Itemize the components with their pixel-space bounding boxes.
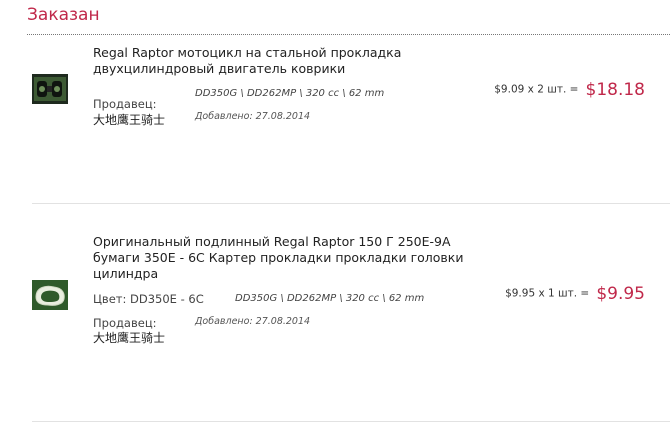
price-line: $9.09 x 2 шт. = $18.18 [494,79,645,100]
total-price: $18.18 [585,79,645,100]
gasket-kit-thumbnail-icon[interactable] [32,74,68,104]
section-title: Заказан [27,5,100,25]
product-title-link[interactable]: Оригинальный подлинный Regal Raptor 150 … [93,234,493,282]
color-option: Цвет: DD350E - 6C [93,292,204,306]
product-title-line: двухцилиндровый двигатель коврики [93,61,346,76]
crankcase-gasket-thumbnail-icon[interactable] [32,280,68,310]
unit-price: $9.09 x 2 шт. = [494,83,579,96]
product-spec: DD350G \ DD262MP \ 320 cc \ 62 mm [235,293,425,304]
product-title-line: цилиндра [93,266,159,281]
seller-label: Продавец: [93,316,157,330]
section-divider [27,34,670,35]
product-spec: DD350G \ DD262MP \ 320 cc \ 62 mm [195,88,385,99]
seller-name-link[interactable]: 大地鹰王骑士 [93,111,165,128]
product-title-line: Оригинальный подлинный Regal Raptor 150 … [93,234,451,249]
price-line: $9.95 x 1 шт. = $9.95 [505,283,645,304]
product-title-line: бумаги 350E - 6C Картер прокладки прокла… [93,250,464,265]
added-date: Добавлено: 27.08.2014 [195,111,311,122]
product-title-link[interactable]: Regal Raptor мотоцикл на стальной прокла… [93,45,493,77]
total-price: $9.95 [596,283,645,304]
seller-name-link[interactable]: 大地鹰王骑士 [93,329,165,346]
row-divider [32,421,670,422]
added-date: Добавлено: 27.08.2014 [195,316,311,327]
row-divider [32,203,670,204]
product-title-line: Regal Raptor мотоцикл на стальной прокла… [93,45,402,60]
seller-label: Продавец: [93,97,157,111]
unit-price: $9.95 x 1 шт. = [505,287,590,300]
